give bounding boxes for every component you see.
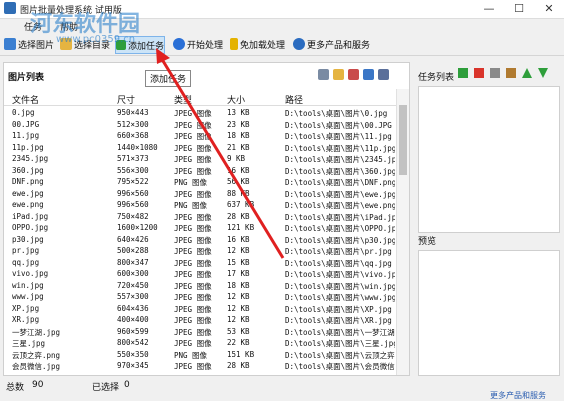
annotation-arrow bbox=[156, 48, 285, 259]
watermark-url: www.pc0359.cn bbox=[56, 34, 136, 45]
